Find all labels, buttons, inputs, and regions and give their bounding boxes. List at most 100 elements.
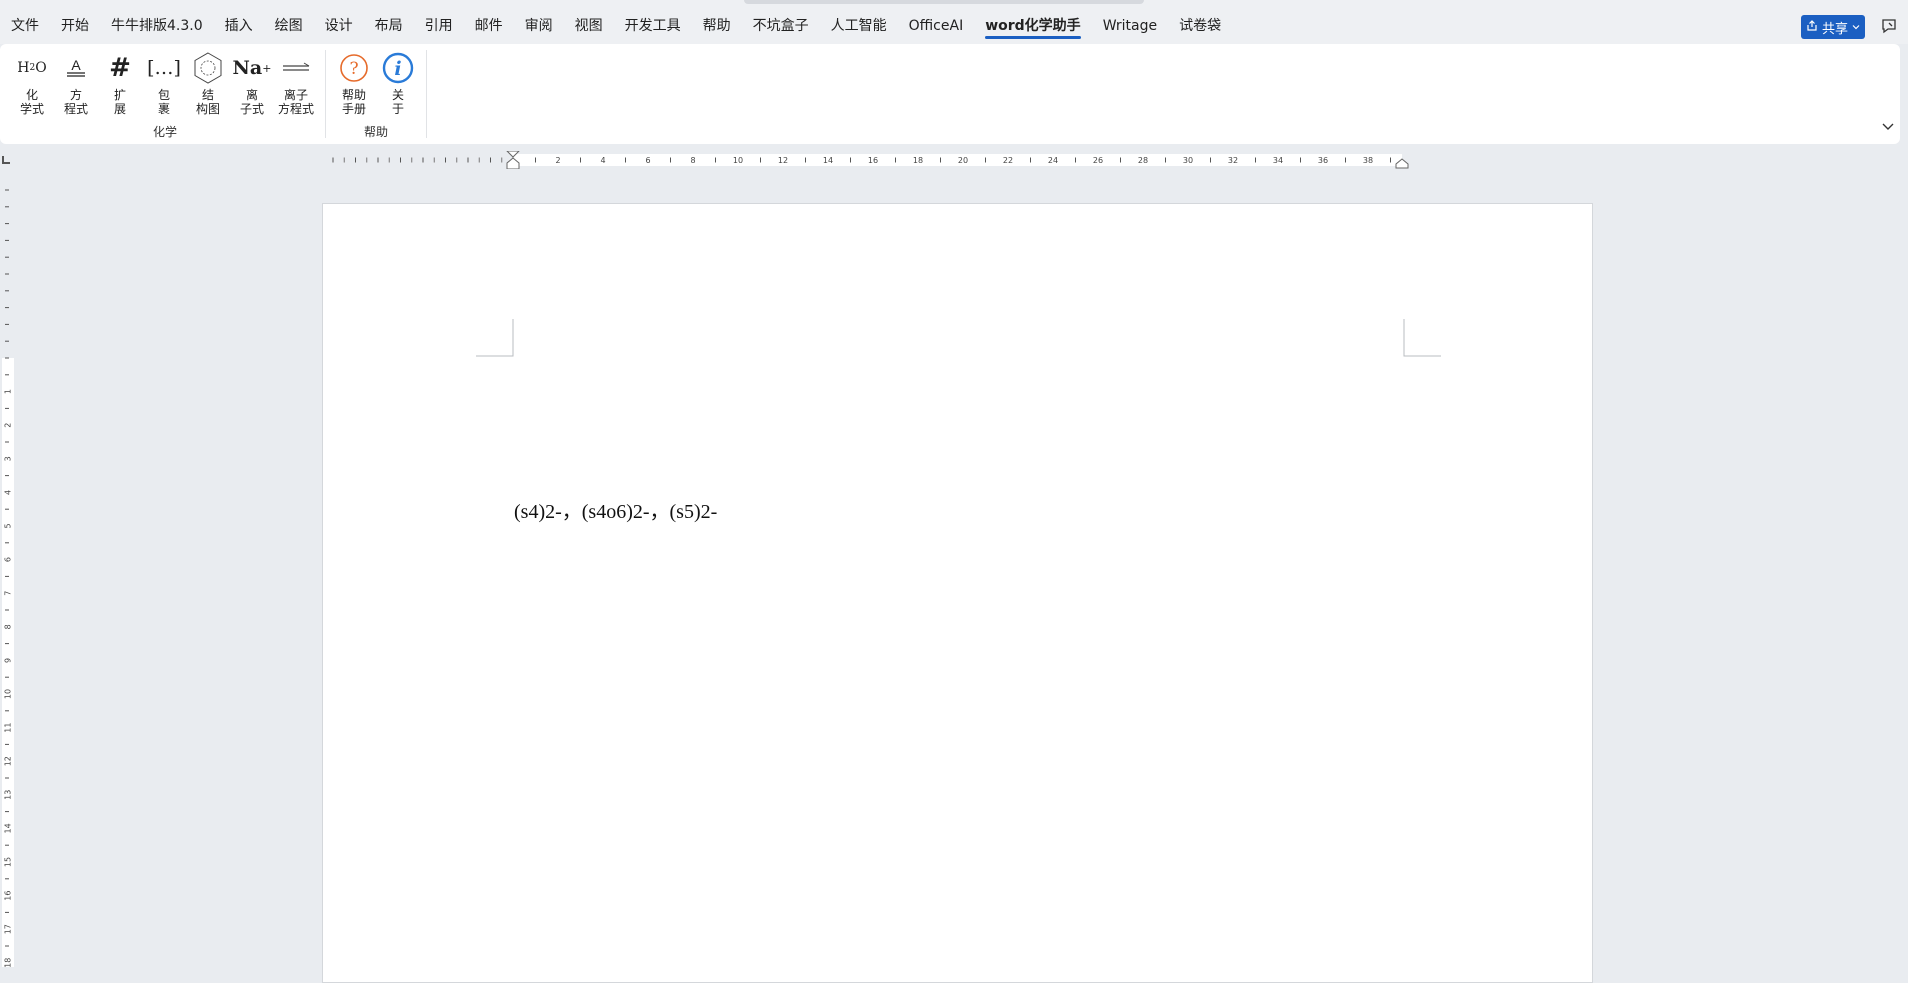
ruler-number: 1: [4, 389, 13, 394]
ruler-number: 14: [4, 823, 13, 833]
equation-icon: A: [63, 48, 89, 88]
benzene-icon: [191, 48, 225, 88]
share-button[interactable]: 共享: [1801, 15, 1865, 39]
ribbon-tabs: 文件 开始 牛牛排版4.3.0 插入 绘图 设计 布局 引用 邮件 审阅 视图 开发工具 帮助 不坑盒子人…: [0, 14, 1232, 39]
ruler-number: 18: [913, 156, 923, 165]
ruler-number: 24: [1048, 156, 1058, 165]
document-body-text[interactable]: (s4)2-，(s4o6)2-，(s5)2-: [514, 495, 717, 524]
tab-12[interactable]: 帮助: [692, 14, 742, 38]
tab-5[interactable]: 设计: [314, 14, 364, 38]
ribbon-panel: H2O 化 学式 A 方 程式 # 扩 展 […] 包 裹 结 构图 Na + …: [0, 44, 1900, 144]
ruler-number: 38: [1363, 156, 1373, 165]
ruler-number: 9: [4, 658, 13, 663]
ruler-number: 5: [4, 523, 13, 528]
ion-formula-label-2: 子式: [239, 102, 264, 116]
ruler-number: 8: [690, 156, 695, 165]
ion-icon: Na +: [232, 57, 272, 79]
wrap-button[interactable]: […] 包 裹: [142, 48, 186, 122]
ruler-number: 10: [4, 689, 13, 699]
ruler-number: 6: [645, 156, 650, 165]
ruler-number: 30: [1183, 156, 1193, 165]
extend-button[interactable]: # 扩 展: [98, 48, 142, 122]
tab-14[interactable]: 人工智能: [820, 14, 898, 38]
structure-button[interactable]: 结 构图: [186, 48, 230, 122]
ruler-number: 18: [4, 958, 13, 967]
tab-17[interactable]: Writage: [1092, 14, 1168, 38]
ruler-number: 6: [4, 557, 13, 562]
ruler-number: 8: [4, 624, 13, 629]
ruler-number: 22: [1003, 156, 1013, 165]
ruler-number: 4: [600, 156, 605, 165]
document-page[interactable]: (s4)2-，(s4o6)2-，(s5)2-: [322, 203, 1593, 983]
tab-15[interactable]: OfficeAI: [898, 14, 975, 38]
ruler-number: 16: [4, 891, 13, 901]
ruler-number: 20: [958, 156, 968, 165]
equation-icon-letter: A: [71, 57, 81, 73]
help-group-label: 帮助: [363, 125, 388, 139]
ruler-number: 16: [868, 156, 878, 165]
chevron-down-icon: [1852, 20, 1860, 35]
structure-label-2: 构图: [195, 102, 220, 116]
share-label: 共享: [1821, 21, 1848, 37]
vertical-ruler[interactable]: 123456789101112131415161718: [0, 176, 16, 967]
wrap-label-1: 包: [157, 88, 170, 102]
chemical-formula-button[interactable]: H2O 化 学式: [10, 48, 54, 122]
tab-7[interactable]: 引用: [414, 14, 464, 38]
equation-button[interactable]: A 方 程式: [54, 48, 98, 122]
ruler-number: 11: [4, 723, 13, 733]
help-manual-label-2: 手册: [341, 102, 366, 116]
tab-16[interactable]: word化学助手: [974, 14, 1091, 39]
tab-11[interactable]: 开发工具: [614, 14, 692, 38]
tab-9[interactable]: 审阅: [514, 14, 564, 38]
tab-3[interactable]: 插入: [214, 14, 264, 38]
ruler-number: 36: [1318, 156, 1328, 165]
tab-10[interactable]: 视图: [564, 14, 614, 38]
h2o-icon: H2O: [17, 60, 47, 76]
ruler-number: 12: [778, 156, 788, 165]
help-manual-label-1: 帮助: [341, 88, 366, 102]
ruler-number: 12: [4, 756, 13, 766]
tab-4[interactable]: 绘图: [264, 14, 314, 38]
ruler-number: 4: [4, 490, 13, 495]
chemistry-group: H2O 化 学式 A 方 程式 # 扩 展 […] 包 裹 结 构图 Na + …: [10, 48, 320, 140]
info-icon-glyph: i: [394, 58, 401, 80]
ruler-number: 2: [4, 423, 13, 428]
help-icon-glyph: ?: [349, 59, 358, 79]
ion-equation-label-2: 方程式: [277, 102, 314, 116]
margin-mark-top-left: [476, 319, 514, 357]
help-manual-button[interactable]: ? 帮助 手册: [332, 48, 376, 122]
tab-18[interactable]: 试卷袋: [1168, 14, 1232, 38]
hash-icon: #: [109, 53, 131, 83]
tab-8[interactable]: 邮件: [464, 14, 514, 38]
ion-equation-label-1: 离子: [283, 88, 308, 102]
ruler-number: 34: [1273, 156, 1283, 165]
ruler-number: 28: [1138, 156, 1148, 165]
ruler-number: 32: [1228, 156, 1238, 165]
comment-icon[interactable]: [1878, 15, 1900, 37]
margin-mark-top-right: [1403, 319, 1441, 357]
horizontal-ruler[interactable]: 2 4 6 8 10 12 14 16 18 20 22 24 26 28 30 32 34 36 38: [322, 151, 1592, 169]
chemical-formula-label-2: 学式: [19, 102, 44, 116]
share-icon: [1806, 19, 1818, 35]
tab-1[interactable]: 开始: [50, 14, 100, 38]
tab-2[interactable]: 牛牛排版4.3.0: [100, 14, 214, 38]
structure-label-1: 结: [201, 88, 214, 102]
ruler-number: 17: [4, 924, 13, 934]
title-bar-handle[interactable]: [744, 0, 1144, 4]
help-group: ? 帮助 手册 i 关 于 帮助: [332, 48, 420, 140]
collapse-ribbon-icon[interactable]: [1880, 118, 1896, 134]
ion-formula-label-1: 离: [245, 88, 258, 102]
brackets-icon: […]: [147, 57, 181, 79]
tab-stop-selector[interactable]: [2, 156, 10, 164]
ion-equation-button[interactable]: 离子 方程式: [274, 48, 318, 122]
tab-0[interactable]: 文件: [0, 14, 50, 38]
tab-6[interactable]: 布局: [364, 14, 414, 38]
about-label-1: 关: [391, 88, 404, 102]
tab-13[interactable]: 不坑盒子: [742, 14, 820, 38]
ruler-number: 10: [733, 156, 743, 165]
menu-bar: 文件 开始 牛牛排版4.3.0 插入 绘图 设计 布局 引用 邮件 审阅 视图 开发工具 帮助 不坑盒子人…: [0, 0, 1908, 44]
about-button[interactable]: i 关 于: [376, 48, 420, 122]
extend-label-1: 扩: [113, 88, 126, 102]
ruler-number: 26: [1093, 156, 1103, 165]
ion-formula-button[interactable]: Na + 离 子式: [230, 48, 274, 122]
